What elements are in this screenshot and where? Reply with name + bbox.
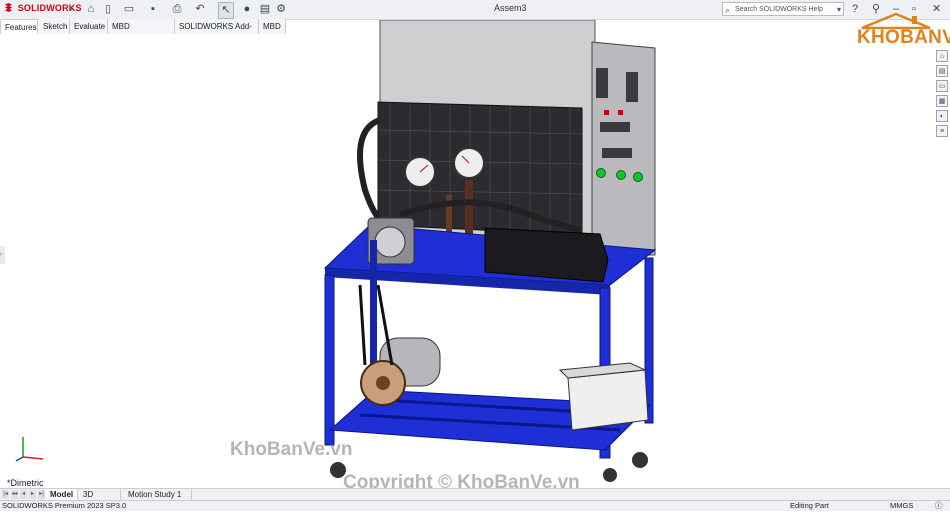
tab-evaluate[interactable]: Evaluate xyxy=(70,19,108,34)
view-palette-icon[interactable]: ▦ xyxy=(936,95,948,107)
solidworks-logo-icon xyxy=(4,3,13,12)
print-icon[interactable]: ⎙ xyxy=(170,2,184,17)
tab-sketch[interactable]: Sketch xyxy=(39,19,70,34)
search-icon: ⌕ xyxy=(725,5,731,15)
rebuild-icon[interactable]: ● xyxy=(240,2,254,17)
search-help-input[interactable]: ⌕ Search SOLIDWORKS Help ▾ xyxy=(722,2,844,16)
new-document-icon[interactable]: ▯ xyxy=(101,2,115,17)
design-library-icon[interactable]: ▤ xyxy=(936,65,948,77)
feature-manager-toggle-icon[interactable]: › xyxy=(0,246,5,264)
tab-solidworks-add-ins[interactable]: SOLIDWORKS Add-Ins xyxy=(175,19,259,46)
tab-mbd-dimensions[interactable]: MBD Dimensions xyxy=(108,19,175,46)
open-folder-icon[interactable]: ▭ xyxy=(122,2,136,17)
tab-mbd[interactable]: MBD xyxy=(259,19,286,34)
last-tab-icon[interactable]: ▸| xyxy=(38,490,45,499)
brand-text: KHOBANVE xyxy=(857,27,950,48)
solidworks-resources-icon[interactable]: ⌂ xyxy=(936,50,948,62)
appearances-icon[interactable]: ◐ xyxy=(936,110,948,122)
coordinate-triad-icon xyxy=(15,437,44,462)
tab-features[interactable]: Features xyxy=(0,19,38,34)
options-gear-icon[interactable]: ⚙ xyxy=(274,2,288,17)
home-icon[interactable]: ⌂ xyxy=(84,2,98,17)
prev-tab-icon[interactable]: ◂◂ xyxy=(11,490,18,499)
assembly-model-render xyxy=(323,20,657,482)
status-bar: SOLIDWORKS Premium 2023 SP3.0 Editing Pa… xyxy=(0,500,950,511)
title-bar: SOLIDWORKS › ⌂ ▯ ▭ ▪ ⎙ ↶ ↖ ● ▤ ⚙ Assem3 … xyxy=(0,0,950,20)
save-icon[interactable]: ▪ xyxy=(146,2,160,17)
custom-properties-icon[interactable]: ≡ xyxy=(936,125,948,137)
document-title: Assem3 xyxy=(494,3,527,13)
search-dropdown-icon[interactable]: ▾ xyxy=(837,3,841,17)
file-explorer-icon[interactable]: ▭ xyxy=(936,80,948,92)
first-tab-icon[interactable]: |◂ xyxy=(2,490,9,499)
view-orientation-label: *Dimetric xyxy=(7,478,44,488)
file-properties-icon[interactable]: ▤ xyxy=(258,2,272,17)
task-pane: ⌂ ▤ ▭ ▦ ◐ ≡ xyxy=(935,50,949,140)
watermark-site: KhoBanVe.vn xyxy=(230,439,353,460)
prev-icon[interactable]: ◂ xyxy=(20,490,27,499)
undo-icon[interactable]: ↶ xyxy=(193,2,207,17)
search-placeholder: Search SOLIDWORKS Help xyxy=(735,6,823,13)
expand-menu-icon[interactable]: › xyxy=(64,2,78,17)
next-icon[interactable]: ▸ xyxy=(29,490,36,499)
select-cursor-icon[interactable]: ↖ xyxy=(218,2,234,19)
